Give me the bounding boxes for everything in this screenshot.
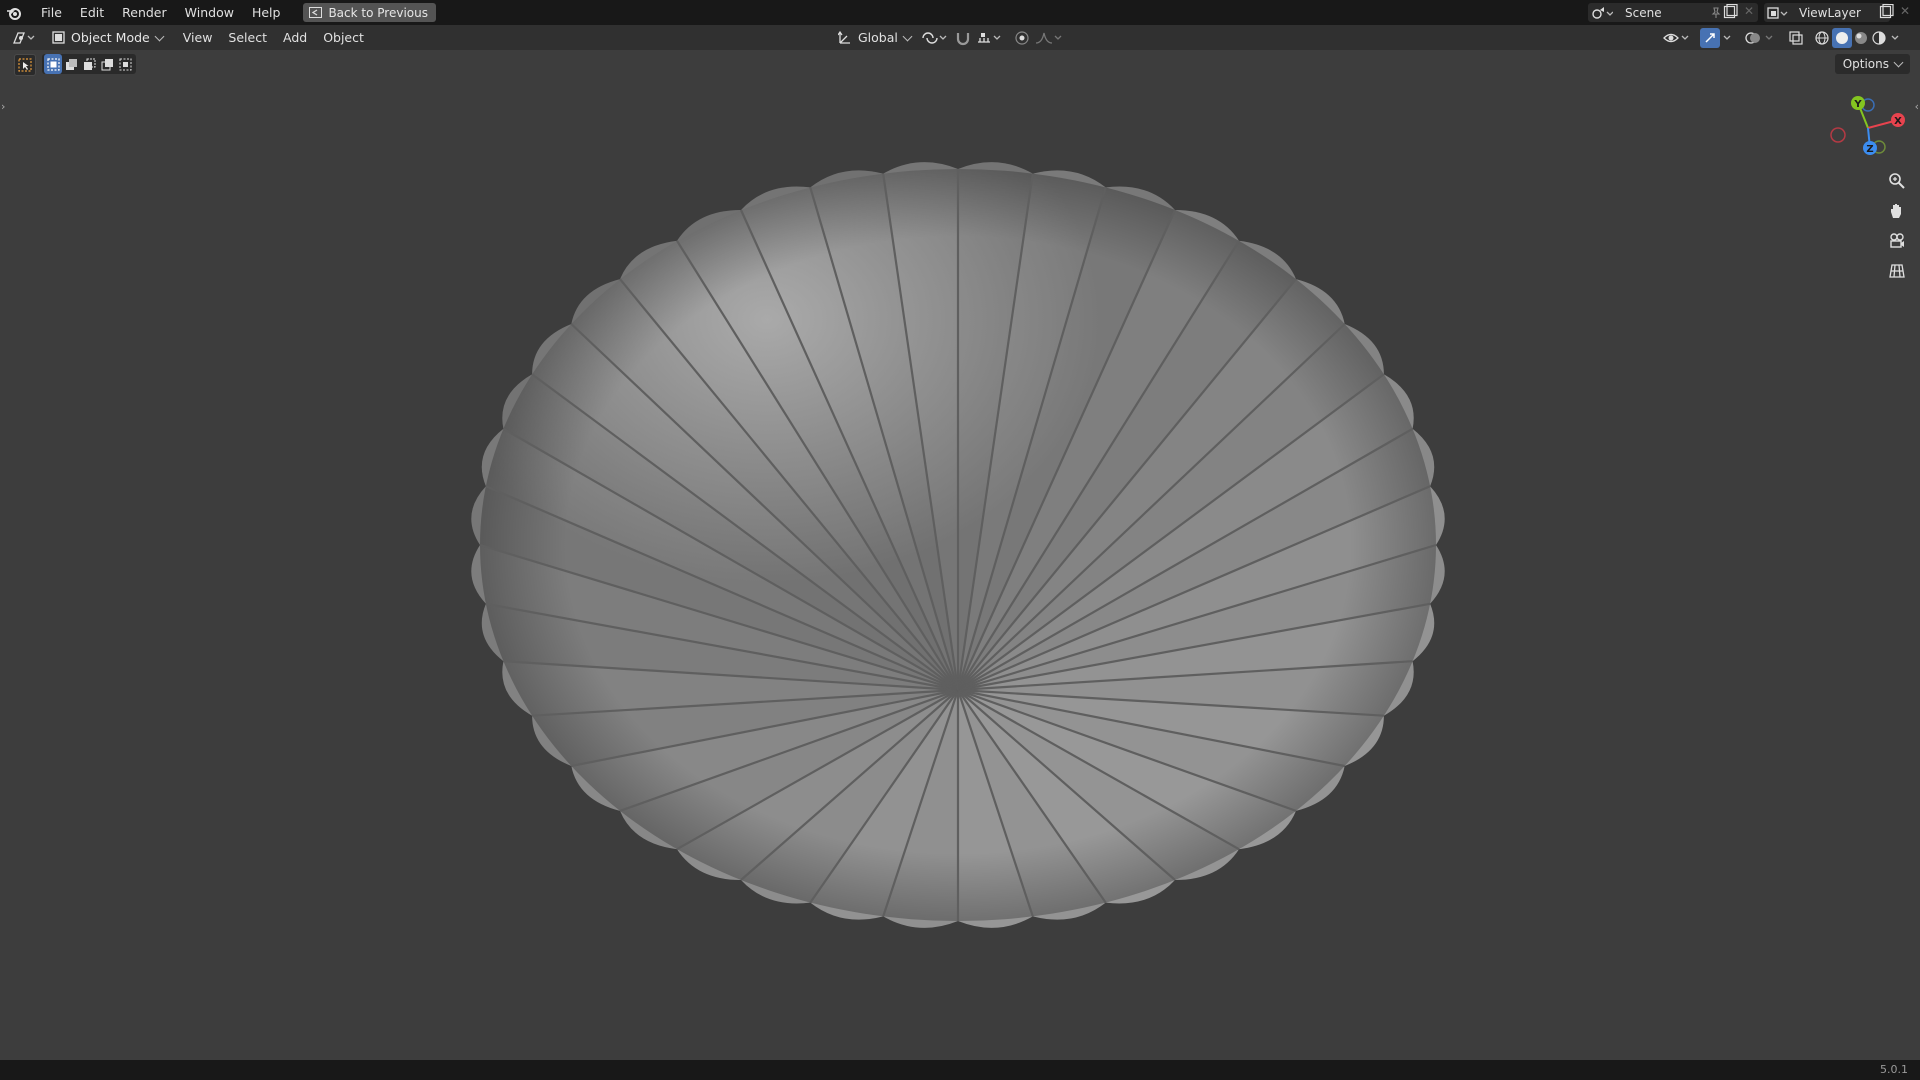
pivot-point-dropdown[interactable] [920, 25, 948, 50]
visibility-dropdown[interactable] [1662, 25, 1692, 50]
screen-back-icon [309, 7, 323, 18]
delete-scene-icon[interactable]: ✕ [1744, 4, 1754, 18]
options-dropdown[interactable]: Options [1834, 54, 1910, 74]
toolbar-expand-arrow-icon[interactable]: › [1, 100, 5, 113]
gizmo-toggle[interactable] [1700, 25, 1734, 50]
chevron-down-icon [1893, 57, 1904, 68]
camera-icon [1890, 233, 1904, 248]
new-view-layer-icon[interactable] [1878, 4, 1894, 20]
back-to-previous-label: Back to Previous [328, 5, 428, 20]
snap-toggle[interactable] [954, 25, 974, 50]
material-preview-icon[interactable] [1852, 30, 1870, 46]
shading-modes [1814, 25, 1902, 50]
x-axis-label: X [1894, 116, 1902, 127]
sidebar-expand-arrow-icon[interactable]: ‹ [1915, 100, 1919, 113]
proportional-falloff-dropdown[interactable] [1034, 25, 1064, 50]
menu-view[interactable]: View [175, 25, 221, 50]
zoom-button[interactable] [1884, 168, 1910, 194]
wireframe-shading-icon[interactable] [1814, 30, 1830, 46]
top-menu-bar: File Edit Render Window Help Back to Pre… [0, 0, 1920, 25]
pivot-point-icon [922, 31, 947, 44]
object-mode-icon [52, 31, 65, 44]
menu-render[interactable]: Render [113, 0, 176, 25]
transform-orientation-dropdown[interactable]: Global [838, 25, 913, 50]
scene-name[interactable]: Scene [1625, 6, 1662, 20]
navigation-gizmo[interactable]: Y X Z [1820, 88, 1910, 168]
select-intersect-icon[interactable] [116, 54, 134, 74]
options-label: Options [1842, 57, 1889, 71]
negative-x-axis-icon[interactable] [1830, 127, 1846, 143]
grid-perspective-icon [1889, 264, 1905, 278]
orientation-label: Global [858, 30, 898, 45]
select-invert-icon[interactable] [98, 54, 116, 74]
pin-icon[interactable] [1710, 6, 1722, 19]
falloff-curve-icon [1035, 32, 1062, 44]
selectability-visibility-icon [1663, 33, 1689, 42]
xray-icon [1789, 30, 1803, 45]
pumpkin-mesh-object[interactable] [0, 50, 1920, 1060]
delete-view-layer-icon[interactable]: ✕ [1900, 4, 1910, 18]
select-new-icon[interactable] [44, 54, 62, 74]
z-axis-label: Z [1866, 144, 1873, 155]
select-extend-icon[interactable] [62, 54, 80, 74]
camera-view-button[interactable] [1884, 228, 1910, 254]
perspective-toggle-button[interactable] [1884, 258, 1910, 284]
3d-viewport[interactable]: › ‹ Y X Z [0, 50, 1920, 1060]
menu-file[interactable]: File [32, 0, 71, 25]
view-layer-icon [1767, 6, 1788, 19]
blender-logo-icon[interactable] [6, 5, 22, 21]
overlays-icon [1745, 31, 1773, 44]
zoom-icon [1889, 173, 1905, 189]
orientation-axes-icon [838, 30, 850, 44]
menu-edit[interactable]: Edit [71, 0, 113, 25]
new-scene-icon[interactable] [1722, 4, 1738, 20]
solid-shading-icon[interactable] [1832, 27, 1852, 48]
3d-viewport-icon [13, 31, 35, 44]
gizmo-icon [1700, 27, 1720, 48]
menu-object[interactable]: Object [315, 25, 372, 50]
chevron-down-icon [154, 31, 165, 41]
y-axis-label: Y [1853, 99, 1862, 110]
view-layer-name[interactable]: ViewLayer [1799, 6, 1861, 20]
hand-icon [1891, 204, 1901, 218]
snap-target-dropdown[interactable] [976, 25, 1004, 50]
chevron-down-icon [902, 31, 913, 41]
object-mode-dropdown[interactable]: Object Mode [46, 28, 169, 47]
overlays-toggle[interactable] [1744, 25, 1776, 50]
viewport-header: Object Mode View Select Add Object Globa… [0, 25, 1920, 50]
scene-icon [1592, 6, 1613, 19]
proportional-edit-icon [1015, 30, 1029, 45]
select-subtract-icon[interactable] [80, 54, 98, 74]
snap-increment-icon [978, 32, 1001, 43]
selection-mode-buttons [42, 54, 136, 74]
status-bar: 5.0.1 [0, 1060, 1920, 1080]
view-layer-selector[interactable]: ViewLayer [1764, 3, 1890, 22]
cursor-select-icon [18, 58, 32, 72]
xray-toggle[interactable] [1788, 25, 1804, 50]
menu-window[interactable]: Window [176, 0, 243, 25]
menu-help[interactable]: Help [243, 0, 290, 25]
rendered-shading-icon[interactable] [1870, 30, 1888, 46]
menu-select[interactable]: Select [220, 25, 275, 50]
back-to-previous-button[interactable]: Back to Previous [303, 3, 436, 22]
pan-button[interactable] [1884, 198, 1910, 224]
magnet-icon [956, 32, 970, 45]
menu-add[interactable]: Add [275, 25, 315, 50]
chevron-down-icon [1723, 35, 1731, 40]
version-label: 5.0.1 [1880, 1063, 1908, 1076]
object-mode-label: Object Mode [71, 30, 150, 45]
proportional-editing-toggle[interactable] [1014, 25, 1030, 50]
select-box-tool[interactable] [14, 54, 36, 76]
chevron-down-icon[interactable] [1888, 30, 1902, 46]
editor-type-button[interactable] [10, 28, 40, 48]
